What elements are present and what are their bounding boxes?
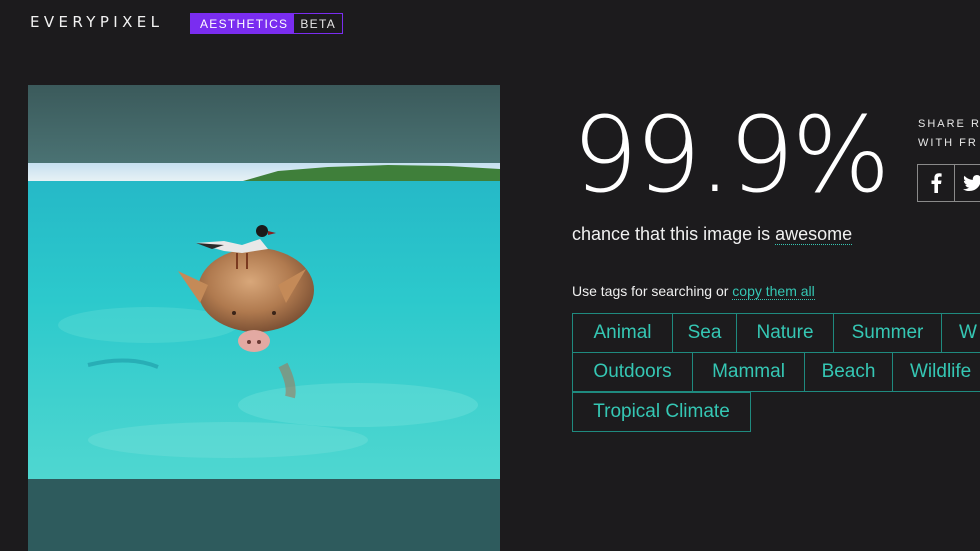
aesthetics-badge: AESTHETICS BETA (190, 13, 344, 34)
facebook-share-button[interactable] (917, 164, 955, 202)
aesthetic-score: 99.9% (572, 94, 890, 216)
badge-beta: BETA (300, 17, 337, 31)
tag-mammal[interactable]: Mammal (692, 352, 805, 392)
copy-tags-link[interactable]: copy them all (732, 283, 815, 300)
facebook-icon (931, 173, 942, 193)
tag-nature[interactable]: Nature (736, 313, 834, 353)
tag-wildlife[interactable]: Wildlife (892, 352, 980, 392)
tags-intro: Use tags for searching or copy them all (572, 283, 815, 300)
tag-animal[interactable]: Animal (572, 313, 673, 353)
tag-beach[interactable]: Beach (804, 352, 893, 392)
tag-sea[interactable]: Sea (672, 313, 737, 353)
analyzed-photo (28, 85, 500, 551)
tags-intro-text: Use tags for searching or (572, 283, 733, 299)
share-label-line1: SHARE R (918, 118, 980, 130)
tag-summer[interactable]: Summer (833, 313, 942, 353)
badge-aesthetics: AESTHETICS (191, 14, 295, 33)
tag-partial[interactable]: W (941, 313, 980, 353)
header: EVERYPIXEL AESTHETICS BETA (0, 0, 980, 46)
logo[interactable]: EVERYPIXEL (30, 13, 163, 31)
caption-text: chance that this image is (572, 224, 776, 244)
share-label-line2: WITH FR (918, 137, 978, 149)
share-label: SHARE R WITH FR (918, 115, 980, 153)
awesome-term[interactable]: awesome (775, 224, 853, 245)
twitter-share-button[interactable] (954, 164, 980, 202)
score-caption: chance that this image is awesome (572, 224, 853, 245)
tag-tropical-climate[interactable]: Tropical Climate (572, 392, 751, 432)
twitter-icon (963, 175, 980, 191)
tag-outdoors[interactable]: Outdoors (572, 352, 693, 392)
